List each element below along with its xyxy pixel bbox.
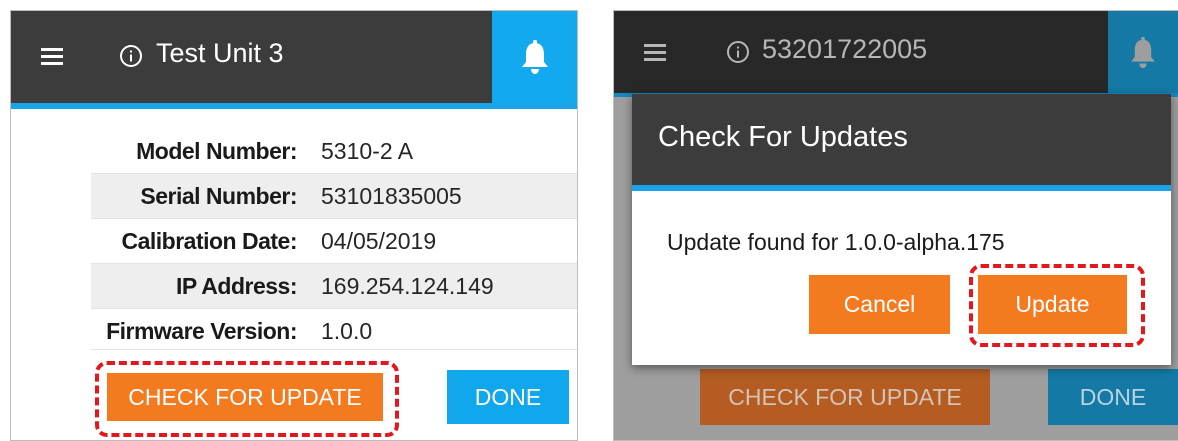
done-button: DONE <box>1048 369 1178 425</box>
dialog-header-accent <box>632 185 1171 191</box>
highlight-marker <box>969 264 1145 347</box>
device-info-table: Model Number: 5310-2 A Serial Number: 53… <box>91 129 577 353</box>
info-label: Model Number: <box>136 137 297 164</box>
device-title: 53201722005 <box>762 34 928 64</box>
app-bar-accent <box>11 103 577 109</box>
hamburger-menu-icon <box>644 44 666 62</box>
info-label: Firmware Version: <box>106 317 297 344</box>
info-row-ip-address: IP Address: 169.254.124.149 <box>91 263 577 308</box>
info-value: 5310-2 A <box>321 137 414 164</box>
dialog-message: Update found for 1.0.0-alpha.175 <box>667 229 1005 255</box>
info-value: 169.254.124.149 <box>321 272 494 299</box>
info-label: Serial Number: <box>140 182 297 209</box>
notifications-button[interactable] <box>492 11 577 103</box>
check-for-updates-dialog: Check For Updates Update found for 1.0.0… <box>632 94 1171 365</box>
notifications-button <box>1108 11 1178 93</box>
info-row-calibration-date: Calibration Date: 04/05/2019 <box>91 218 577 263</box>
info-circle-icon <box>727 41 749 63</box>
info-row-model-number: Model Number: 5310-2 A <box>91 129 577 173</box>
info-value: 53101835005 <box>321 182 462 209</box>
info-value: 04/05/2019 <box>321 227 437 254</box>
bell-icon <box>1131 36 1155 68</box>
cancel-button[interactable]: Cancel <box>809 275 950 334</box>
info-value: 1.0.0 <box>321 317 373 344</box>
highlight-marker <box>95 361 399 437</box>
info-circle-icon <box>120 45 142 67</box>
device-title: Test Unit 3 <box>156 38 284 68</box>
app-bar: Test Unit 3 <box>11 11 577 103</box>
check-for-update-button: CHECK FOR UPDATE <box>700 369 990 425</box>
device-info-screen: Test Unit 3 Model Number: 5310-2 A Seria… <box>10 10 578 441</box>
app-bar-dimmed: 53201722005 <box>614 11 1178 93</box>
update-dialog-screen: 53201722005 CHECK FOR UPDATE DONE Check … <box>613 10 1178 441</box>
info-label: IP Address: <box>175 272 298 299</box>
done-button[interactable]: DONE <box>447 370 569 424</box>
bell-icon <box>521 40 548 74</box>
table-divider <box>91 349 577 350</box>
dialog-header: Check For Updates <box>632 94 1171 185</box>
info-row-firmware-version: Firmware Version: 1.0.0 <box>91 308 577 353</box>
hamburger-menu-icon[interactable] <box>41 48 63 66</box>
info-label: Calibration Date: <box>121 227 297 254</box>
info-row-serial-number: Serial Number: 53101835005 <box>91 173 577 218</box>
dialog-title: Check For Updates <box>658 121 908 153</box>
